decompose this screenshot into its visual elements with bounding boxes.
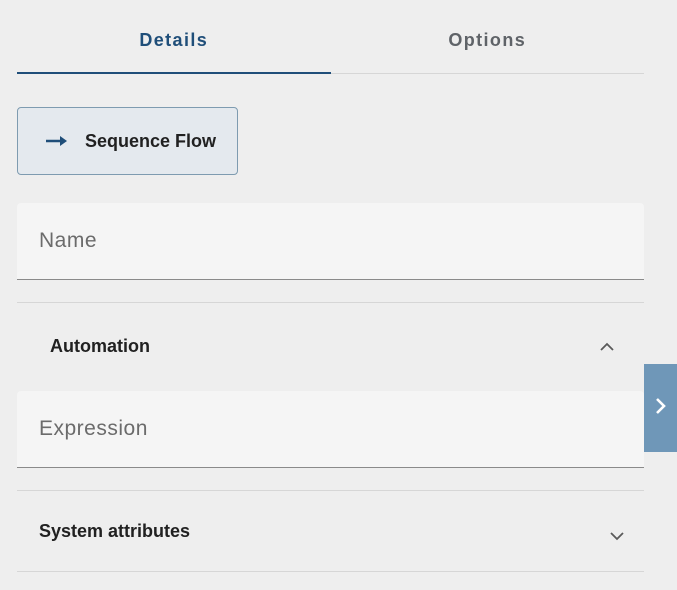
chevron-right-icon xyxy=(654,396,668,421)
tab-bar: Details Options xyxy=(17,0,644,74)
panel-collapse-toggle[interactable] xyxy=(644,364,677,452)
tab-options[interactable]: Options xyxy=(331,0,645,73)
system-attributes-section-title: System attributes xyxy=(39,520,191,541)
arrow-right-icon xyxy=(45,133,69,149)
properties-panel: Details Options Sequence Flow Automation… xyxy=(0,0,677,590)
name-field[interactable] xyxy=(17,203,644,280)
tab-details[interactable]: Details xyxy=(17,0,331,74)
divider xyxy=(17,302,644,303)
divider xyxy=(17,571,644,572)
chevron-down-icon[interactable] xyxy=(608,529,626,541)
divider xyxy=(17,490,644,491)
chevron-up-icon[interactable] xyxy=(598,340,616,352)
name-input[interactable] xyxy=(17,203,644,279)
expression-field[interactable] xyxy=(17,391,644,468)
expression-input[interactable] xyxy=(17,391,644,467)
element-type-button[interactable]: Sequence Flow xyxy=(17,107,238,175)
automation-section-title: Automation xyxy=(50,335,150,356)
automation-section-header[interactable]: Automation xyxy=(17,322,644,370)
system-attributes-section-header[interactable]: System attributes xyxy=(17,508,644,554)
element-type-label: Sequence Flow xyxy=(85,130,217,151)
